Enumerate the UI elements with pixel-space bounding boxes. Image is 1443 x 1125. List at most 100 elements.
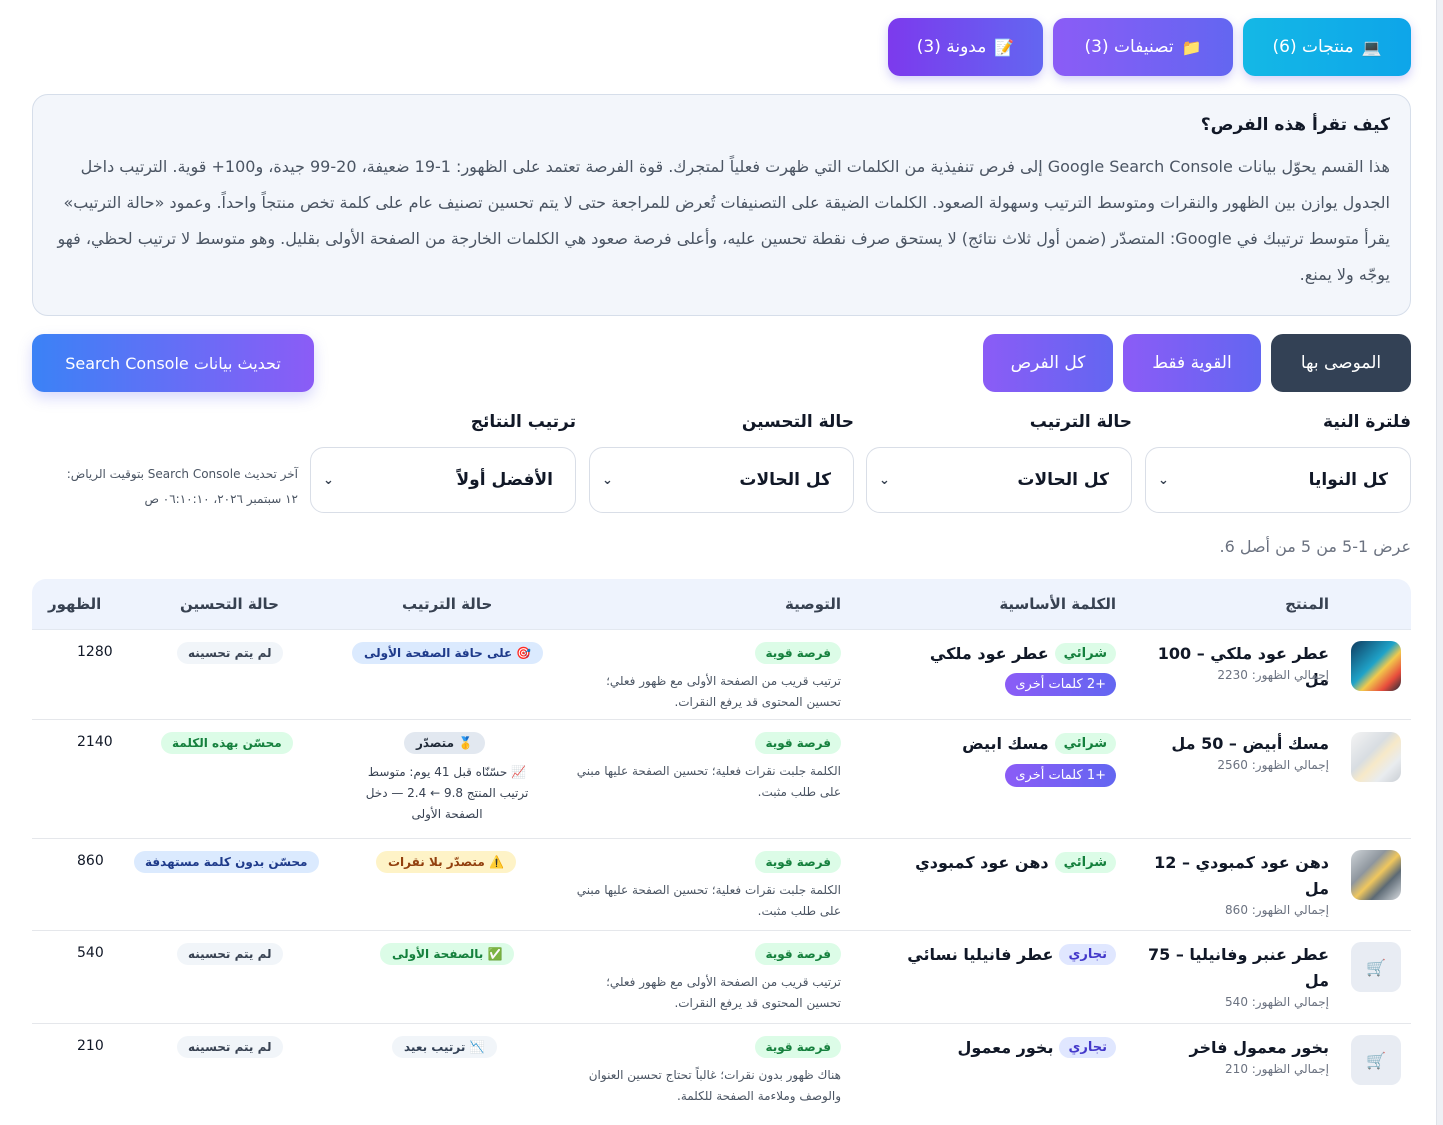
rank-filter: حالة الترتيب كل الحالات ⌄ <box>866 412 1132 513</box>
table-header: المنتج الكلمة الأساسية التوصية حالة التر… <box>32 579 1411 630</box>
rank-status-label: ترتيب بعيد <box>404 1040 466 1054</box>
laptop-icon: 💻 <box>1361 37 1382 57</box>
sort-filter-label: ترتيب النتائج <box>470 412 576 432</box>
improve-status-badge: لم يتم تحسينه <box>177 642 283 664</box>
table-row[interactable]: مسك أبيض – 50 مل إجمالي الظهور: 2560 شرا… <box>32 720 1411 839</box>
intent-select-value: كل النوايا <box>1308 470 1388 490</box>
improve-status-badge: لم يتم تحسينه <box>177 1036 283 1058</box>
rank-improvement-note: 📈 حسّنّاه قبل 41 يوم: متوسط ترتيب المنتج… <box>365 765 529 821</box>
keyword-text: بخور معمول <box>957 1038 1054 1057</box>
rank-status-label: متصدّر <box>416 736 454 750</box>
keyword-cell: شرائي عطر عود ملكي <box>930 643 1116 664</box>
strong-opportunity-badge: فرصة قوية <box>755 851 841 873</box>
product-impressions: إجمالي الظهور: 540 <box>1225 995 1329 1009</box>
th-impressions: الظهور <box>48 595 102 613</box>
chevron-down-icon: ⌄ <box>879 472 890 488</box>
last-update: آخر تحديث Search Console بتوقيت الرياض: … <box>40 462 298 512</box>
product-name[interactable]: مسك أبيض – 50 مل <box>1139 731 1329 757</box>
product-name[interactable]: دهن عود كمبودي – 12 مل <box>1139 850 1329 902</box>
info-title: كيف تقرأ هذه الفرص؟ <box>1200 115 1390 135</box>
product-impressions: إجمالي الظهور: 860 <box>1225 903 1329 917</box>
memo-icon: 📝 <box>994 37 1015 57</box>
keyword-text: عطر فانيليا نسائي <box>907 945 1054 964</box>
chevron-down-icon: ⌄ <box>1158 472 1169 488</box>
product-name[interactable]: بخور معمول فاخر <box>1139 1035 1329 1061</box>
keyword-text: مسك ابيض <box>962 734 1049 753</box>
intent-select[interactable]: كل النوايا ⌄ <box>1145 447 1411 513</box>
refresh-search-console-button[interactable]: تحديث بيانات Search Console <box>32 334 314 392</box>
improve-status-badge: لم يتم تحسينه <box>177 943 283 965</box>
opportunities-table: المنتج الكلمة الأساسية التوصية حالة التر… <box>32 579 1411 1114</box>
intent-badge: شرائي <box>1054 643 1116 664</box>
keyword-cell: شرائي دهن عود كمبودي <box>915 852 1116 873</box>
tab-blog[interactable]: 📝 مدونة (3) <box>888 18 1043 76</box>
table-row[interactable]: دهن عود كمبودي – 12 مل إجمالي الظهور: 86… <box>32 839 1411 931</box>
improve-filter-label: حالة التحسين <box>741 412 854 432</box>
intent-filter-label: فلترة النية <box>1323 412 1411 432</box>
th-rank-status: حالة الترتيب <box>402 595 492 613</box>
target-icon: 🎯 <box>516 646 532 660</box>
product-image <box>1351 641 1401 691</box>
keyword-text: عطر عود ملكي <box>929 644 1049 663</box>
keyword-cell: تجاري عطر فانيليا نسائي <box>907 944 1116 965</box>
th-product: المنتج <box>1285 595 1329 613</box>
sort-filter: ترتيب النتائج الأفضل أولاً ⌄ <box>310 412 576 513</box>
impressions-value: 540 <box>77 945 104 961</box>
medal-icon: 🥇 <box>458 736 474 750</box>
filter-all-button[interactable]: كل الفرص <box>983 334 1113 392</box>
filter-strong-button[interactable]: القوية فقط <box>1123 334 1261 392</box>
rank-status-badge: 🎯 على حافة الصفحة الأولى <box>352 642 544 664</box>
th-keyword: الكلمة الأساسية <box>999 595 1116 613</box>
improve-status-badge: محسّن بدون كلمة مستهدفة <box>134 851 319 873</box>
rank-status-label: بالصفحة الأولى <box>392 947 484 961</box>
keyword-cell: شرائي مسك ابيض <box>962 733 1116 754</box>
recommendation-text: هناك ظهور بدون نقرات؛ غالباً تحتاج تحسين… <box>588 1068 841 1103</box>
tab-products[interactable]: 💻 منتجات (6) <box>1243 18 1411 76</box>
chevron-down-icon: ⌄ <box>602 472 613 488</box>
th-recommendation: التوصية <box>784 595 841 613</box>
filter-recommended-button[interactable]: الموصى بها <box>1271 334 1411 392</box>
improve-select-value: كل الحالات <box>739 470 831 490</box>
strong-opportunity-badge: فرصة قوية <box>755 732 841 754</box>
product-name[interactable]: عطر عود ملكي – 100 مل <box>1139 641 1329 693</box>
impressions-value: 210 <box>77 1038 104 1054</box>
impressions-value: 2140 <box>77 734 113 750</box>
chevron-down-icon: ⌄ <box>323 472 334 488</box>
rank-select[interactable]: كل الحالات ⌄ <box>866 447 1132 513</box>
cart-icon: 🛒 <box>1351 942 1401 992</box>
impressions-value: 860 <box>77 853 104 869</box>
chart-down-icon: 📉 <box>469 1040 485 1054</box>
product-impressions: إجمالي الظهور: 210 <box>1225 1062 1329 1076</box>
tab-label: مدونة (3) <box>916 37 987 57</box>
more-keywords-button[interactable]: +1 كلمات أخرى <box>1005 764 1116 787</box>
rank-status-badge: 🥇 متصدّر <box>404 732 486 754</box>
opportunity-filters: الموصى بها القوية فقط كل الفرص <box>983 334 1411 392</box>
check-icon: ✅ <box>487 947 503 961</box>
improve-select[interactable]: كل الحالات ⌄ <box>589 447 854 513</box>
last-update-label: آخر تحديث Search Console بتوقيت الرياض: <box>66 467 298 481</box>
rank-filter-label: حالة الترتيب <box>1029 412 1132 432</box>
product-impressions: إجمالي الظهور: 2230 <box>1217 668 1329 682</box>
more-keywords-button[interactable]: +2 كلمات أخرى <box>1005 673 1116 696</box>
strong-opportunity-badge: فرصة قوية <box>755 943 841 965</box>
table-row[interactable]: 🛒 بخور معمول فاخر إجمالي الظهور: 210 تجا… <box>32 1024 1411 1114</box>
table-row[interactable]: عطر عود ملكي – 100 مل إجمالي الظهور: 223… <box>32 630 1411 720</box>
sort-select[interactable]: الأفضل أولاً ⌄ <box>310 447 576 513</box>
folder-icon: 📁 <box>1181 37 1202 57</box>
improve-status-badge: محسّن بهذه الكلمة <box>161 732 293 754</box>
product-impressions: إجمالي الظهور: 2560 <box>1217 758 1329 772</box>
rank-select-value: كل الحالات <box>1017 470 1109 490</box>
product-image <box>1351 732 1401 782</box>
table-row[interactable]: 🛒 عطر عنبر وفانيليا – 75 مل إجمالي الظهو… <box>32 931 1411 1024</box>
rank-status-label: متصدّر بلا نقرات <box>388 855 485 869</box>
recommendation-text: ترتيب قريب من الصفحة الأولى مع ظهور فعلي… <box>606 975 841 1010</box>
intent-badge: تجاري <box>1059 944 1116 965</box>
keyword-cell: تجاري بخور معمول <box>958 1037 1116 1058</box>
impressions-value: 1280 <box>77 644 113 660</box>
tab-categories[interactable]: 📁 تصنيفات (3) <box>1053 18 1233 76</box>
product-name[interactable]: عطر عنبر وفانيليا – 75 مل <box>1139 942 1329 994</box>
recommendation-text: الكلمة جلبت نقرات فعلية؛ تحسين الصفحة عل… <box>576 883 841 918</box>
intent-filter: فلترة النية كل النوايا ⌄ <box>1145 412 1411 513</box>
recommendation-text: الكلمة جلبت نقرات فعلية؛ تحسين الصفحة عل… <box>576 764 841 799</box>
rank-status-badge: ⚠️ متصدّر بلا نقرات <box>376 851 516 873</box>
